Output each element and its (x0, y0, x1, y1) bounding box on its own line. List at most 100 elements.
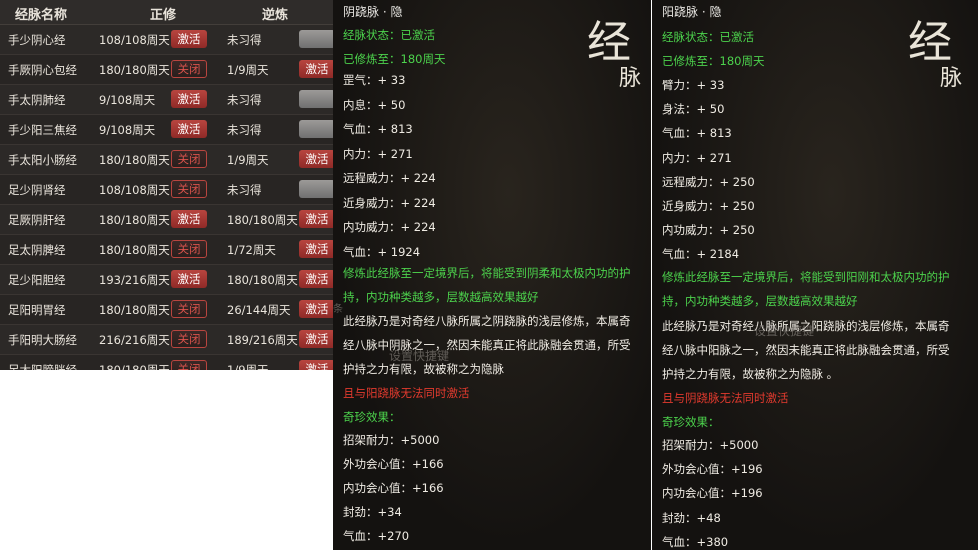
desc-line-2: 经八脉中阴脉之一，然因未能真正将此脉融会贯通，所受 (343, 338, 631, 352)
stat-line: 气血：+ 1924 (343, 244, 421, 259)
stat-line: 远程威力：+ 250 (662, 174, 755, 189)
table-row: 手太阳小肠经 180/180周天 关闭 1/9周天 激活 (0, 145, 333, 175)
zheng-toggle-button[interactable]: 激活 (171, 210, 207, 228)
ni-progress: 未习得 (227, 123, 262, 137)
meridian-name: 手少阳三焦经 (8, 123, 77, 137)
side-mark: 条 (333, 304, 343, 315)
meridian-name: 手少阴心经 (8, 33, 66, 47)
table-row: 手太阴肺经 9/108周天 激活 未习得 (0, 85, 333, 115)
meridian-seal-icon: 经 脉 (902, 6, 972, 96)
stat-line: 远程威力：+ 224 (343, 171, 436, 185)
note-green-2: 持，内功种类越多，层数越高效果越好 (662, 294, 858, 308)
meridian-name: 手阳明大肠经 (8, 333, 77, 347)
table-row: 足太阳膀胱经 180/180周天 关闭 1/9周天 激活 (0, 355, 333, 370)
treasure-line: 外功会心值：+166 (343, 457, 444, 471)
table-row: 手少阳三焦经 9/108周天 激活 未习得 (0, 115, 333, 145)
stat-line: 气血：+ 813 (662, 126, 732, 141)
table-header: 经脉名称 正修 逆炼 (0, 0, 333, 25)
meridian-name: 足少阴肾经 (8, 183, 66, 197)
ni-progress: 未习得 (227, 183, 262, 197)
cultivated-text: 已修炼至：180周天 (343, 52, 446, 66)
treasure-title: 奇珍效果： (343, 410, 401, 424)
zheng-progress: 180/180周天 (99, 213, 170, 227)
treasure-line: 外功会心值：+196 (662, 462, 763, 477)
table-row: 手厥阴心包经 180/180周天 关闭 1/9周天 激活 (0, 55, 333, 85)
status-text: 经脉状态：已激活 (343, 28, 435, 42)
stat-line: 身法：+ 50 (662, 102, 725, 117)
meridian-name: 足阳明胃经 (8, 303, 66, 317)
panel-title: 阳跷脉 · 隐 (662, 5, 722, 19)
zheng-progress: 180/180周天 (99, 303, 170, 317)
note-green-1: 修炼此经脉至一定境界后，将能受到阴柔和太极内功的护 (343, 266, 631, 280)
treasure-line: 招架耐力：+5000 (662, 438, 759, 452)
seal-small-char: 脉 (619, 66, 642, 91)
zheng-toggle-button[interactable]: 关闭 (171, 180, 207, 198)
ni-toggle-button (299, 180, 333, 198)
warning-text: 且与阴跷脉无法同时激活 (662, 391, 789, 405)
note-green-2: 持，内功种类越多，层数越高效果越好 (343, 290, 539, 304)
table-row: 足少阴肾经 108/108周天 关闭 未习得 (0, 175, 333, 205)
meridian-name: 足厥阴肝经 (8, 213, 66, 227)
desc-line-1: 此经脉乃是对奇经八脉所属之阴跷脉的浅层修炼，本属奇 (343, 314, 631, 328)
zheng-progress: 193/216周天 (99, 273, 170, 287)
zheng-toggle-button[interactable]: 激活 (171, 30, 207, 48)
table-row: 足阳明胃经 180/180周天 关闭 26/144周天 激活 (0, 295, 333, 325)
detail-panel-yin: 经 脉 阴跷脉 · 隐 经脉状态：已激活 已修炼至：180周天 罡气：+ 33 内… (333, 0, 651, 550)
stat-line: 近身威力：+ 224 (343, 195, 436, 210)
zheng-toggle-button[interactable]: 关闭 (171, 300, 207, 318)
stat-line: 内功威力：+ 224 (343, 220, 436, 234)
meridian-name: 足太阴脾经 (8, 243, 66, 257)
ni-toggle-button[interactable]: 激活 (299, 300, 333, 318)
zheng-progress: 180/180周天 (99, 363, 170, 370)
ni-progress: 1/72周天 (227, 243, 276, 257)
zheng-progress: 108/108周天 (99, 33, 170, 47)
desc-line-2: 经八脉中阳脉之一，然因未能真正将此脉融会贯通，所受 (662, 343, 950, 357)
ni-toggle-button[interactable]: 激活 (299, 240, 333, 258)
ni-toggle-button (299, 90, 333, 108)
ni-progress: 26/144周天 (227, 303, 291, 317)
zheng-toggle-button[interactable]: 关闭 (171, 240, 207, 258)
zheng-toggle-button[interactable]: 关闭 (171, 360, 207, 370)
zheng-progress: 9/108周天 (99, 123, 156, 137)
ni-progress: 1/9周天 (227, 63, 269, 77)
treasure-line: 气血：+270 (343, 529, 410, 543)
zheng-progress: 9/108周天 (99, 93, 156, 107)
ni-toggle-button[interactable]: 激活 (299, 150, 333, 168)
zheng-progress: 216/216周天 (99, 333, 170, 347)
treasure-title: 奇珍效果： (662, 415, 720, 429)
stat-line: 罡气：+ 33 (343, 73, 406, 87)
zheng-toggle-button[interactable]: 激活 (171, 120, 207, 138)
table-row: 足少阳胆经 193/216周天 激活 180/180周天 激活 (0, 265, 333, 295)
ni-toggle-button[interactable]: 激活 (299, 270, 333, 288)
zheng-toggle-button[interactable]: 关闭 (171, 150, 207, 168)
treasure-line: 封劲：+34 (343, 505, 402, 519)
desc-line-3: 护持之力有限，故被称之为隐脉 。 (662, 367, 839, 381)
stat-line: 气血：+ 2184 (662, 247, 740, 262)
stat-line: 近身威力：+ 250 (662, 199, 755, 213)
ni-toggle-button[interactable]: 激活 (299, 330, 333, 348)
ni-toggle-button[interactable]: 激活 (299, 210, 333, 228)
table-row: 手阳明大肠经 216/216周天 关闭 189/216周天 激活 (0, 325, 333, 355)
ni-progress: 180/180周天 (227, 273, 298, 287)
ni-progress: 1/9周天 (227, 153, 269, 167)
zheng-toggle-button[interactable]: 激活 (171, 270, 207, 288)
ni-toggle-button (299, 120, 333, 138)
zheng-progress: 180/180周天 (99, 63, 170, 77)
stat-line: 内力：+ 271 (343, 146, 413, 161)
zheng-toggle-button[interactable]: 关闭 (171, 330, 207, 348)
shortcut-watermark: 设置快捷键 (389, 349, 450, 363)
table-row: 手少阴心经 108/108周天 激活 未习得 (0, 25, 333, 55)
stat-line: 内息：+ 50 (343, 97, 406, 112)
zheng-progress: 108/108周天 (99, 183, 170, 197)
ni-toggle-button[interactable]: 激活 (299, 360, 333, 370)
zheng-toggle-button[interactable]: 激活 (171, 90, 207, 108)
ni-toggle-button[interactable]: 激活 (299, 60, 333, 78)
meridian-name: 足少阳胆经 (8, 273, 66, 287)
treasure-line: 内功会心值：+166 (343, 481, 444, 495)
zheng-progress: 180/180周天 (99, 243, 170, 257)
zheng-progress: 180/180周天 (99, 153, 170, 167)
meridian-name: 足太阳膀胱经 (8, 363, 77, 370)
zheng-toggle-button[interactable]: 关闭 (171, 60, 207, 78)
ni-progress: 180/180周天 (227, 213, 298, 227)
cultivated-text: 已修炼至：180周天 (662, 54, 765, 68)
